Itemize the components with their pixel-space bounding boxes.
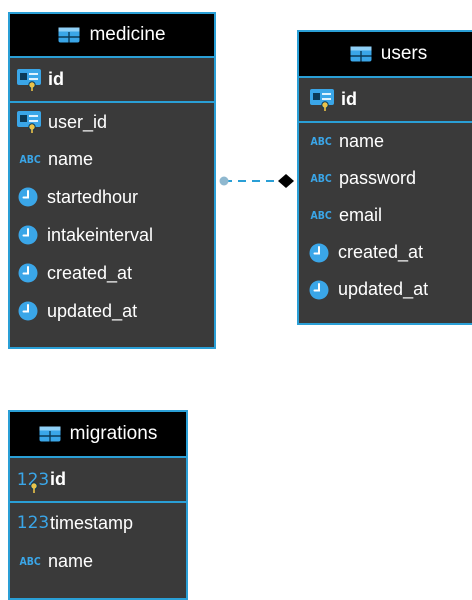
relationship-source-dot <box>219 176 229 186</box>
clock-icon <box>309 243 329 263</box>
primary-key-icon <box>16 69 42 91</box>
column-row[interactable]: ABC password <box>299 160 472 197</box>
entity-medicine[interactable]: medicine id user_id ABC name startedhour… <box>8 12 216 349</box>
table-icon <box>350 46 372 62</box>
column-name: name <box>48 149 94 169</box>
clock-icon <box>18 187 38 207</box>
column-name: name <box>339 131 385 151</box>
entity-header[interactable]: medicine <box>10 14 214 58</box>
clock-icon <box>18 263 38 283</box>
column-name: intakeinterval <box>47 224 154 245</box>
column-row[interactable]: ABC email <box>299 197 472 234</box>
clock-icon <box>18 301 38 321</box>
entity-header[interactable]: migrations <box>10 412 186 458</box>
column-name: email <box>339 205 383 225</box>
primary-key-icon <box>309 89 335 111</box>
column-name: updated_at <box>47 300 138 321</box>
column-row[interactable]: ABC name <box>299 123 472 160</box>
column-name: created_at <box>47 262 133 283</box>
foreign-key-icon <box>16 111 42 133</box>
column-row[interactable]: updated_at <box>299 271 472 308</box>
column-row[interactable]: 123 timestamp <box>10 503 186 543</box>
column-row[interactable]: created_at <box>299 234 472 271</box>
abc-icon: ABC <box>19 153 41 166</box>
entity-migrations[interactable]: migrations 123 id 123 timestamp ABC name <box>8 410 188 600</box>
entity-title: migrations <box>69 423 158 444</box>
relationship-target-diamond <box>278 174 294 188</box>
entity-title: users <box>380 43 428 64</box>
column-name: id <box>50 469 66 489</box>
column-name: updated_at <box>338 279 429 299</box>
column-name: id <box>48 69 64 89</box>
table-icon <box>58 27 80 43</box>
column-name: name <box>48 550 94 571</box>
column-name: startedhour <box>47 186 139 207</box>
number-key-icon: 123 <box>14 470 52 490</box>
primary-key-row[interactable]: id <box>10 58 214 103</box>
primary-key-row[interactable]: id <box>299 78 472 123</box>
table-icon <box>39 426 61 442</box>
column-row[interactable]: created_at <box>10 254 214 292</box>
abc-icon: ABC <box>310 172 332 185</box>
entity-users[interactable]: users id ABC name ABC password ABC email… <box>297 30 472 325</box>
number-icon: 123 <box>16 513 50 533</box>
column-row[interactable]: ABC name <box>10 543 186 579</box>
clock-icon <box>309 280 329 300</box>
column-name: id <box>341 89 357 109</box>
entity-header[interactable]: users <box>299 32 472 78</box>
primary-key-row[interactable]: 123 id <box>10 458 186 503</box>
abc-icon: ABC <box>310 135 332 148</box>
abc-icon: ABC <box>310 209 332 222</box>
column-name: user_id <box>48 111 108 132</box>
key-small-icon <box>29 482 39 494</box>
column-row[interactable]: intakeinterval <box>10 216 214 254</box>
column-name: created_at <box>338 242 424 262</box>
entity-title: medicine <box>89 24 166 45</box>
column-row[interactable]: updated_at <box>10 292 214 330</box>
column-row[interactable]: user_id <box>10 103 214 141</box>
abc-icon: ABC <box>19 554 41 568</box>
column-name: timestamp <box>50 512 134 533</box>
column-name: password <box>339 168 417 188</box>
column-row[interactable]: startedhour <box>10 178 214 216</box>
clock-icon <box>18 225 38 245</box>
column-row[interactable]: ABC name <box>10 141 214 178</box>
